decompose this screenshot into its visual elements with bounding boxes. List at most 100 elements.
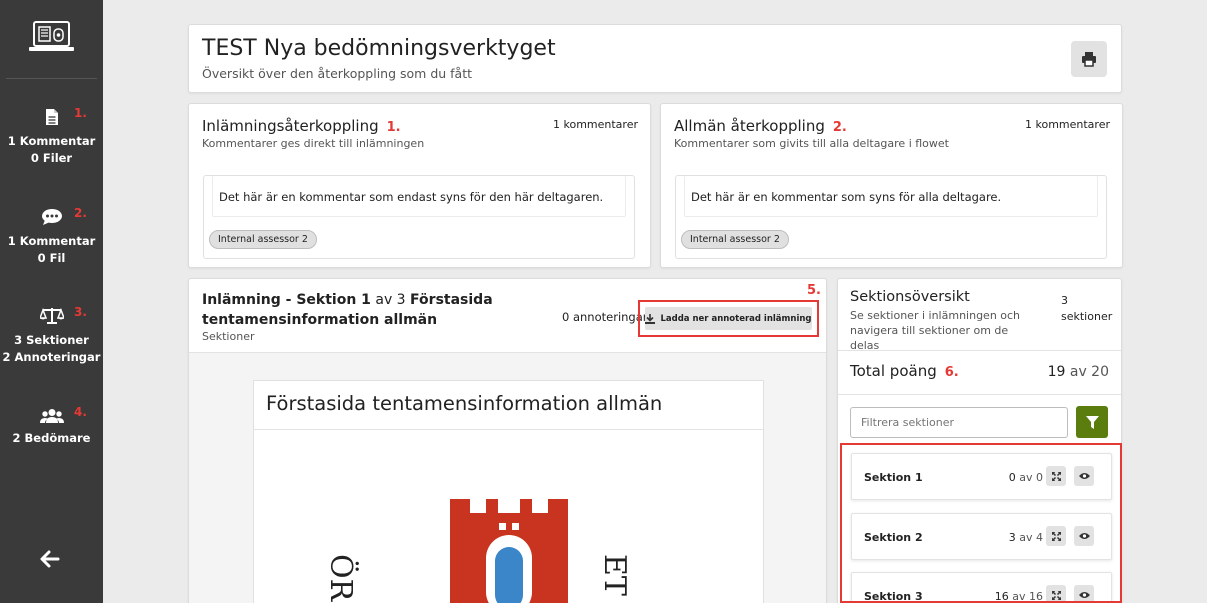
view-button[interactable] (1074, 526, 1094, 546)
total-score-heading: Total poäng 6. (850, 362, 959, 380)
sidebar-item-line1: 1 Kommentar (7, 234, 96, 248)
sidebar-item-line1: 2 Bedömare (12, 431, 91, 445)
submission-feedback-count: 1 kommentarer (553, 118, 638, 131)
assessor-badge: Internal assessor 2 (681, 230, 789, 249)
eye-icon (1078, 592, 1090, 598)
page-subtitle: Översikt över den återkoppling som du få… (202, 66, 473, 81)
total-score-max: av 20 (1069, 364, 1109, 380)
submission-title-of: av 3 (375, 292, 406, 308)
sidebar-item-assessors[interactable]: 4. 2 Bedömare (0, 405, 103, 447)
header-card: TEST Nya bedömningsverktyget Översikt öv… (188, 24, 1122, 93)
section-score-max: av 0 (1019, 471, 1043, 484)
scale-icon (0, 305, 103, 327)
section-score: 16 av 16 (978, 590, 1043, 603)
submission-feedback-title: Inlämningsåterkoppling (202, 117, 379, 135)
submission-feedback-card: Inlämningsåterkoppling 1. Kommentarer ges… (188, 103, 651, 268)
sidebar-item-number: 1. (74, 106, 87, 120)
comment-text: Det här är en kommentar som syns för all… (684, 176, 1098, 217)
section-item[interactable]: Sektion 2 3 av 4 (851, 513, 1112, 560)
university-emblem-icon (450, 499, 568, 603)
sidebar-item-line2: 2 Annoteringar (2, 350, 101, 364)
comment-box: Det här är en kommentar som endast syns … (203, 175, 635, 259)
sidebar-item-submission-comments[interactable]: 1. 1 Kommentar 0 Filer (0, 106, 103, 167)
section-name: Sektion 3 (864, 590, 923, 603)
section-name: Sektion 1 (864, 471, 923, 484)
printer-icon (1082, 52, 1096, 67)
sidebar-item-line2: 0 Filer (30, 151, 73, 165)
assessor-badge: Internal assessor 2 (209, 230, 317, 249)
sidebar-item-line1: 1 Kommentar (7, 134, 96, 148)
submission-feedback-number: 1. (386, 120, 401, 135)
divider (838, 350, 1121, 351)
section-name: Sektion 2 (864, 531, 923, 544)
print-button[interactable] (1071, 41, 1107, 77)
expand-button[interactable] (1046, 585, 1066, 601)
general-feedback-title: Allmän återkoppling (674, 117, 825, 135)
submission-subtitle: Sektioner (202, 330, 255, 343)
expand-button[interactable] (1046, 466, 1066, 486)
document-title: Förstasida tentamensinformation allmän (266, 392, 663, 415)
back-arrow-icon[interactable] (38, 547, 62, 571)
section-overview-subtitle: Se sektioner i inlämningen och navigera … (850, 309, 1021, 352)
expand-icon (1051, 471, 1061, 481)
section-score: 0 av 0 (978, 471, 1043, 484)
general-feedback-heading: Allmän återkoppling 2. (674, 117, 847, 135)
divider (838, 394, 1121, 395)
document-viewer[interactable]: Förstasida tentamensinformation allmän Ö… (189, 353, 826, 603)
general-feedback-subtitle: Kommentarer som givits till alla deltaga… (674, 137, 949, 150)
section-score: 3 av 4 (978, 531, 1043, 544)
section-count-number: 3 (1061, 294, 1068, 307)
submission-card: Inlämning - Sektion 1 av 3 Förstasida te… (188, 278, 827, 603)
general-feedback-count: 1 kommentarer (1025, 118, 1110, 131)
sidebar-item-general-comments[interactable]: 2. 1 Kommentar 0 Fil (0, 206, 103, 267)
document-text-fragment: ET (597, 554, 632, 596)
section-score-current: 3 (1008, 531, 1016, 544)
section-overview-title: Sektionsöversikt (850, 289, 970, 305)
submission-feedback-heading: Inlämningsåterkoppling 1. (202, 117, 401, 135)
eye-icon (1078, 473, 1090, 479)
sidebar: 1. 1 Kommentar 0 Filer 2. 1 Kommentar 0 … (0, 0, 103, 603)
expand-icon (1051, 590, 1061, 600)
total-score-label: Total poäng (850, 362, 937, 380)
download-label: Ladda ner annoterad inlämning (660, 313, 812, 324)
download-icon (645, 313, 656, 324)
view-button[interactable] (1074, 585, 1094, 601)
section-item[interactable]: Sektion 3 16 av 16 (851, 572, 1112, 603)
expand-button[interactable] (1046, 526, 1066, 546)
sidebar-item-number: 3. (74, 305, 87, 319)
download-annotated-button[interactable]: Ladda ner annoterad inlämning (645, 307, 812, 330)
file-icon (0, 106, 103, 128)
view-button[interactable] (1074, 466, 1094, 486)
document-page: Förstasida tentamensinformation allmän Ö… (253, 380, 764, 603)
download-highlight: Ladda ner annoterad inlämning (638, 300, 819, 337)
section-overview-card: Sektionsöversikt Se sektioner i inlämnin… (837, 278, 1122, 603)
total-score-current: 19 (1047, 364, 1066, 380)
laptop-logo-icon (29, 21, 74, 51)
section-item[interactable]: Sektion 1 0 av 0 (851, 453, 1112, 500)
comment-box: Det här är en kommentar som syns för all… (675, 175, 1107, 259)
section-count-label: sektioner (1061, 310, 1113, 323)
filter-sections-input[interactable] (850, 407, 1068, 438)
sidebar-item-number: 2. (74, 206, 87, 220)
annotation-count: 0 annoteringar (562, 310, 648, 324)
download-number: 5. (807, 283, 821, 298)
general-feedback-card: Allmän återkoppling 2. Kommentarer som gi… (660, 103, 1123, 268)
comment-icon (0, 206, 103, 228)
sidebar-item-number: 4. (74, 405, 87, 419)
filter-button[interactable] (1076, 406, 1108, 438)
section-score-max: av 16 (1012, 590, 1043, 603)
section-score-max: av 4 (1019, 531, 1043, 544)
users-icon (0, 405, 103, 427)
section-score-current: 0 (1008, 471, 1016, 484)
page-title: TEST Nya bedömningsverktyget (202, 36, 556, 61)
submission-title-prefix: Inlämning - Sektion 1 (202, 292, 371, 308)
filter-icon (1085, 415, 1099, 429)
sidebar-divider (6, 78, 97, 79)
total-score-value: 19 av 20 (1048, 364, 1109, 380)
sidebar-item-sections[interactable]: 3. 3 Sektioner 2 Annoteringar (0, 305, 103, 366)
document-text-fragment: ÖR (323, 554, 358, 602)
total-score-number: 6. (944, 365, 959, 380)
general-feedback-number: 2. (832, 120, 847, 135)
sidebar-item-line2: 0 Fil (37, 251, 66, 265)
divider (254, 429, 763, 430)
